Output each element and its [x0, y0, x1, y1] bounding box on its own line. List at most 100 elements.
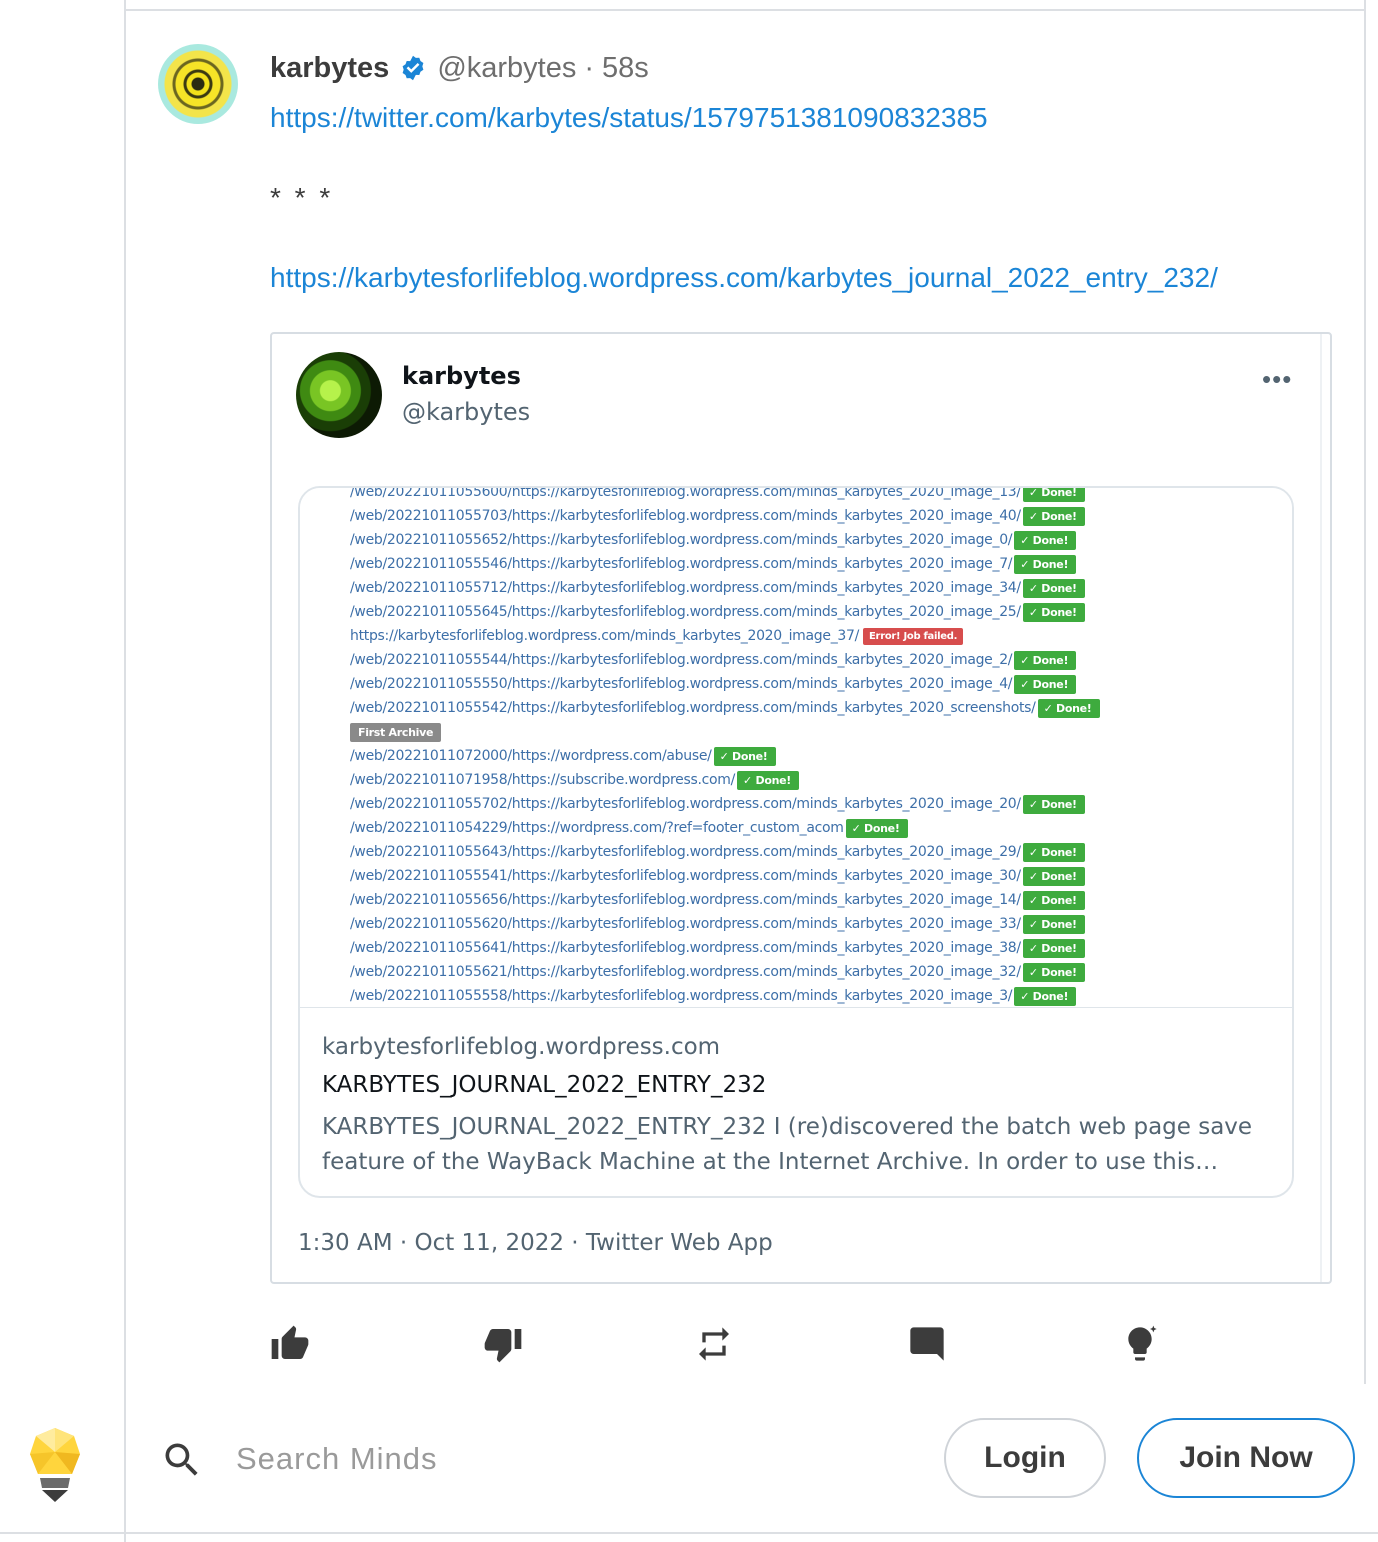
done-badge: ✓ Done! [1022, 890, 1085, 910]
divider [0, 1532, 1378, 1534]
archive-row: /web/20221011071958/https://subscribe.wo… [350, 768, 799, 792]
join-now-button[interactable]: Join Now [1137, 1418, 1355, 1498]
boost-icon[interactable] [1118, 1322, 1162, 1366]
done-badge: ✓ Done! [1022, 866, 1085, 886]
archive-link: /web/20221011055641/https://karbytesforl… [350, 940, 1021, 956]
bottom-bar: Login Join Now [0, 1384, 1378, 1542]
login-button[interactable]: Login [944, 1418, 1106, 1498]
archive-row: /web/20221011055550/https://karbytesforl… [350, 672, 1077, 696]
archive-link: /web/20221011055643/https://karbytesforl… [350, 844, 1021, 860]
error-badge: Error! Job failed. [863, 627, 964, 645]
post-header: karbytes @karbytes · 58s [270, 50, 649, 86]
archive-row: /web/20221011055558/https://karbytesforl… [350, 984, 1077, 1007]
archive-row: /web/20221011072000/https://wordpress.co… [350, 744, 776, 768]
archive-row: /web/20221011055652/https://karbytesforl… [350, 528, 1077, 552]
done-badge: ✓ Done! [1014, 650, 1077, 670]
archive-row: First Archive [350, 720, 442, 744]
post-age[interactable]: 58s [602, 52, 649, 85]
archive-link: /web/20221011055656/https://karbytesforl… [350, 892, 1021, 908]
divider [124, 1384, 126, 1542]
archive-row: /web/20221011055541/https://karbytesforl… [350, 864, 1085, 888]
done-badge: ✓ Done! [1037, 698, 1100, 718]
done-badge: ✓ Done! [1022, 506, 1085, 526]
done-badge: ✓ Done! [1022, 602, 1085, 622]
archive-row: /web/20221011055542/https://karbytesforl… [350, 696, 1100, 720]
card-domain: karbytesforlifeblog.wordpress.com [322, 1034, 721, 1060]
embed-timestamp[interactable]: 1:30 AM · Oct 11, 2022 · Twitter Web App [298, 1230, 773, 1256]
archive-link: /web/20221011055712/https://karbytesforl… [350, 580, 1021, 596]
archive-link: /web/20221011055652/https://karbytesforl… [350, 532, 1013, 548]
embed-avatar[interactable] [296, 352, 382, 438]
archive-row: /web/20221011055703/https://karbytesforl… [350, 504, 1085, 528]
done-badge: ✓ Done! [1022, 938, 1085, 958]
done-badge: ✓ Done! [845, 818, 908, 838]
search-input[interactable] [236, 1434, 836, 1484]
done-badge: ✓ Done! [1022, 914, 1085, 934]
done-badge: ✓ Done! [1014, 986, 1077, 1006]
archive-row: /web/20221011055656/https://karbytesforl… [350, 888, 1085, 912]
done-badge: ✓ Done! [1022, 578, 1085, 598]
thumb-down-icon[interactable] [481, 1322, 525, 1366]
archive-link: /web/20221011055621/https://karbytesforl… [350, 964, 1021, 980]
separator: · [584, 51, 595, 84]
first-archive-badge: First Archive [350, 722, 442, 742]
author-handle[interactable]: @karbytes [437, 52, 576, 85]
archive-row: /web/20221011055702/https://karbytesforl… [350, 792, 1085, 816]
card-title: KARBYTES_JOURNAL_2022_ENTRY_232 [322, 1072, 767, 1098]
archive-link: /web/20221011055544/https://karbytesforl… [350, 652, 1013, 668]
embed-scrollbar [1320, 334, 1322, 1282]
divider [124, 9, 1366, 11]
remind-icon[interactable] [692, 1322, 736, 1366]
archive-row: /web/20221011055620/https://karbytesforl… [350, 912, 1085, 936]
archive-link: https://karbytesforlifeblog.wordpress.co… [350, 628, 860, 644]
link-card[interactable]: /web/20221011055600/https://karbytesforl… [298, 486, 1294, 1198]
archive-link: /web/20221011055550/https://karbytesforl… [350, 676, 1013, 692]
done-badge: ✓ Done! [1014, 674, 1077, 694]
archive-row: /web/20221011055600/https://karbytesforl… [350, 488, 1085, 504]
more-options-icon[interactable]: ••• [1262, 364, 1292, 395]
author-name[interactable]: karbytes [270, 52, 389, 85]
archive-row: /web/20221011055544/https://karbytesforl… [350, 648, 1077, 672]
done-badge: ✓ Done! [1022, 962, 1085, 982]
archive-row: /web/20221011055712/https://karbytesforl… [350, 576, 1085, 600]
done-badge: ✓ Done! [1014, 530, 1077, 550]
comment-icon[interactable] [905, 1322, 949, 1366]
done-badge: ✓ Done! [1022, 842, 1085, 862]
verified-icon [399, 54, 427, 82]
thumb-up-icon[interactable] [268, 1322, 312, 1366]
embed-author-handle[interactable]: @karbytes [402, 398, 530, 426]
archive-row: /web/20221011054229/https://wordpress.co… [350, 816, 908, 840]
archive-link: /web/20221011054229/https://wordpress.co… [350, 820, 844, 836]
archive-link: /web/20221011055558/https://karbytesforl… [350, 988, 1013, 1004]
action-bar [0, 1322, 1378, 1370]
search-icon[interactable] [160, 1438, 204, 1482]
minds-logo-icon[interactable] [30, 1428, 80, 1502]
archive-row: /web/20221011055546/https://karbytesforl… [350, 552, 1077, 576]
card-description: KARBYTES_JOURNAL_2022_ENTRY_232 I (re)di… [322, 1114, 1253, 1175]
post-link-blog[interactable]: https://karbytesforlifeblog.wordpress.co… [270, 262, 1218, 294]
archive-row: https://karbytesforlifeblog.wordpress.co… [350, 624, 964, 648]
archive-row: /web/20221011055621/https://karbytesforl… [350, 960, 1085, 984]
done-badge: ✓ Done! [713, 746, 776, 766]
archive-link: /web/20221011071958/https://subscribe.wo… [350, 772, 736, 788]
archive-link: /web/20221011055541/https://karbytesforl… [350, 868, 1021, 884]
done-badge: ✓ Done! [1022, 794, 1085, 814]
archive-link: /web/20221011072000/https://wordpress.co… [350, 748, 712, 764]
archive-row: /web/20221011055643/https://karbytesforl… [350, 840, 1085, 864]
archive-link: /web/20221011055546/https://karbytesforl… [350, 556, 1013, 572]
archive-row: /web/20221011055641/https://karbytesforl… [350, 936, 1085, 960]
post-link-tweet[interactable]: https://twitter.com/karbytes/status/1579… [270, 102, 988, 134]
tweet-embed[interactable]: karbytes @karbytes ••• /web/202210110556… [270, 332, 1332, 1284]
archive-link: /web/20221011055600/https://karbytesforl… [350, 488, 1021, 500]
archive-link: /web/20221011055702/https://karbytesforl… [350, 796, 1021, 812]
archive-row: /web/20221011055645/https://karbytesforl… [350, 600, 1085, 624]
avatar[interactable] [158, 44, 238, 124]
done-badge: ✓ Done! [1014, 554, 1077, 574]
embed-author-name[interactable]: karbytes [402, 362, 521, 390]
archive-link: /web/20221011055620/https://karbytesforl… [350, 916, 1021, 932]
done-badge: ✓ Done! [737, 770, 799, 790]
archive-link: /web/20221011055703/https://karbytesforl… [350, 508, 1021, 524]
done-badge: ✓ Done! [1022, 488, 1085, 502]
post-separator-stars: * * * [270, 182, 334, 213]
card-image: /web/20221011055600/https://karbytesforl… [300, 488, 1292, 1008]
